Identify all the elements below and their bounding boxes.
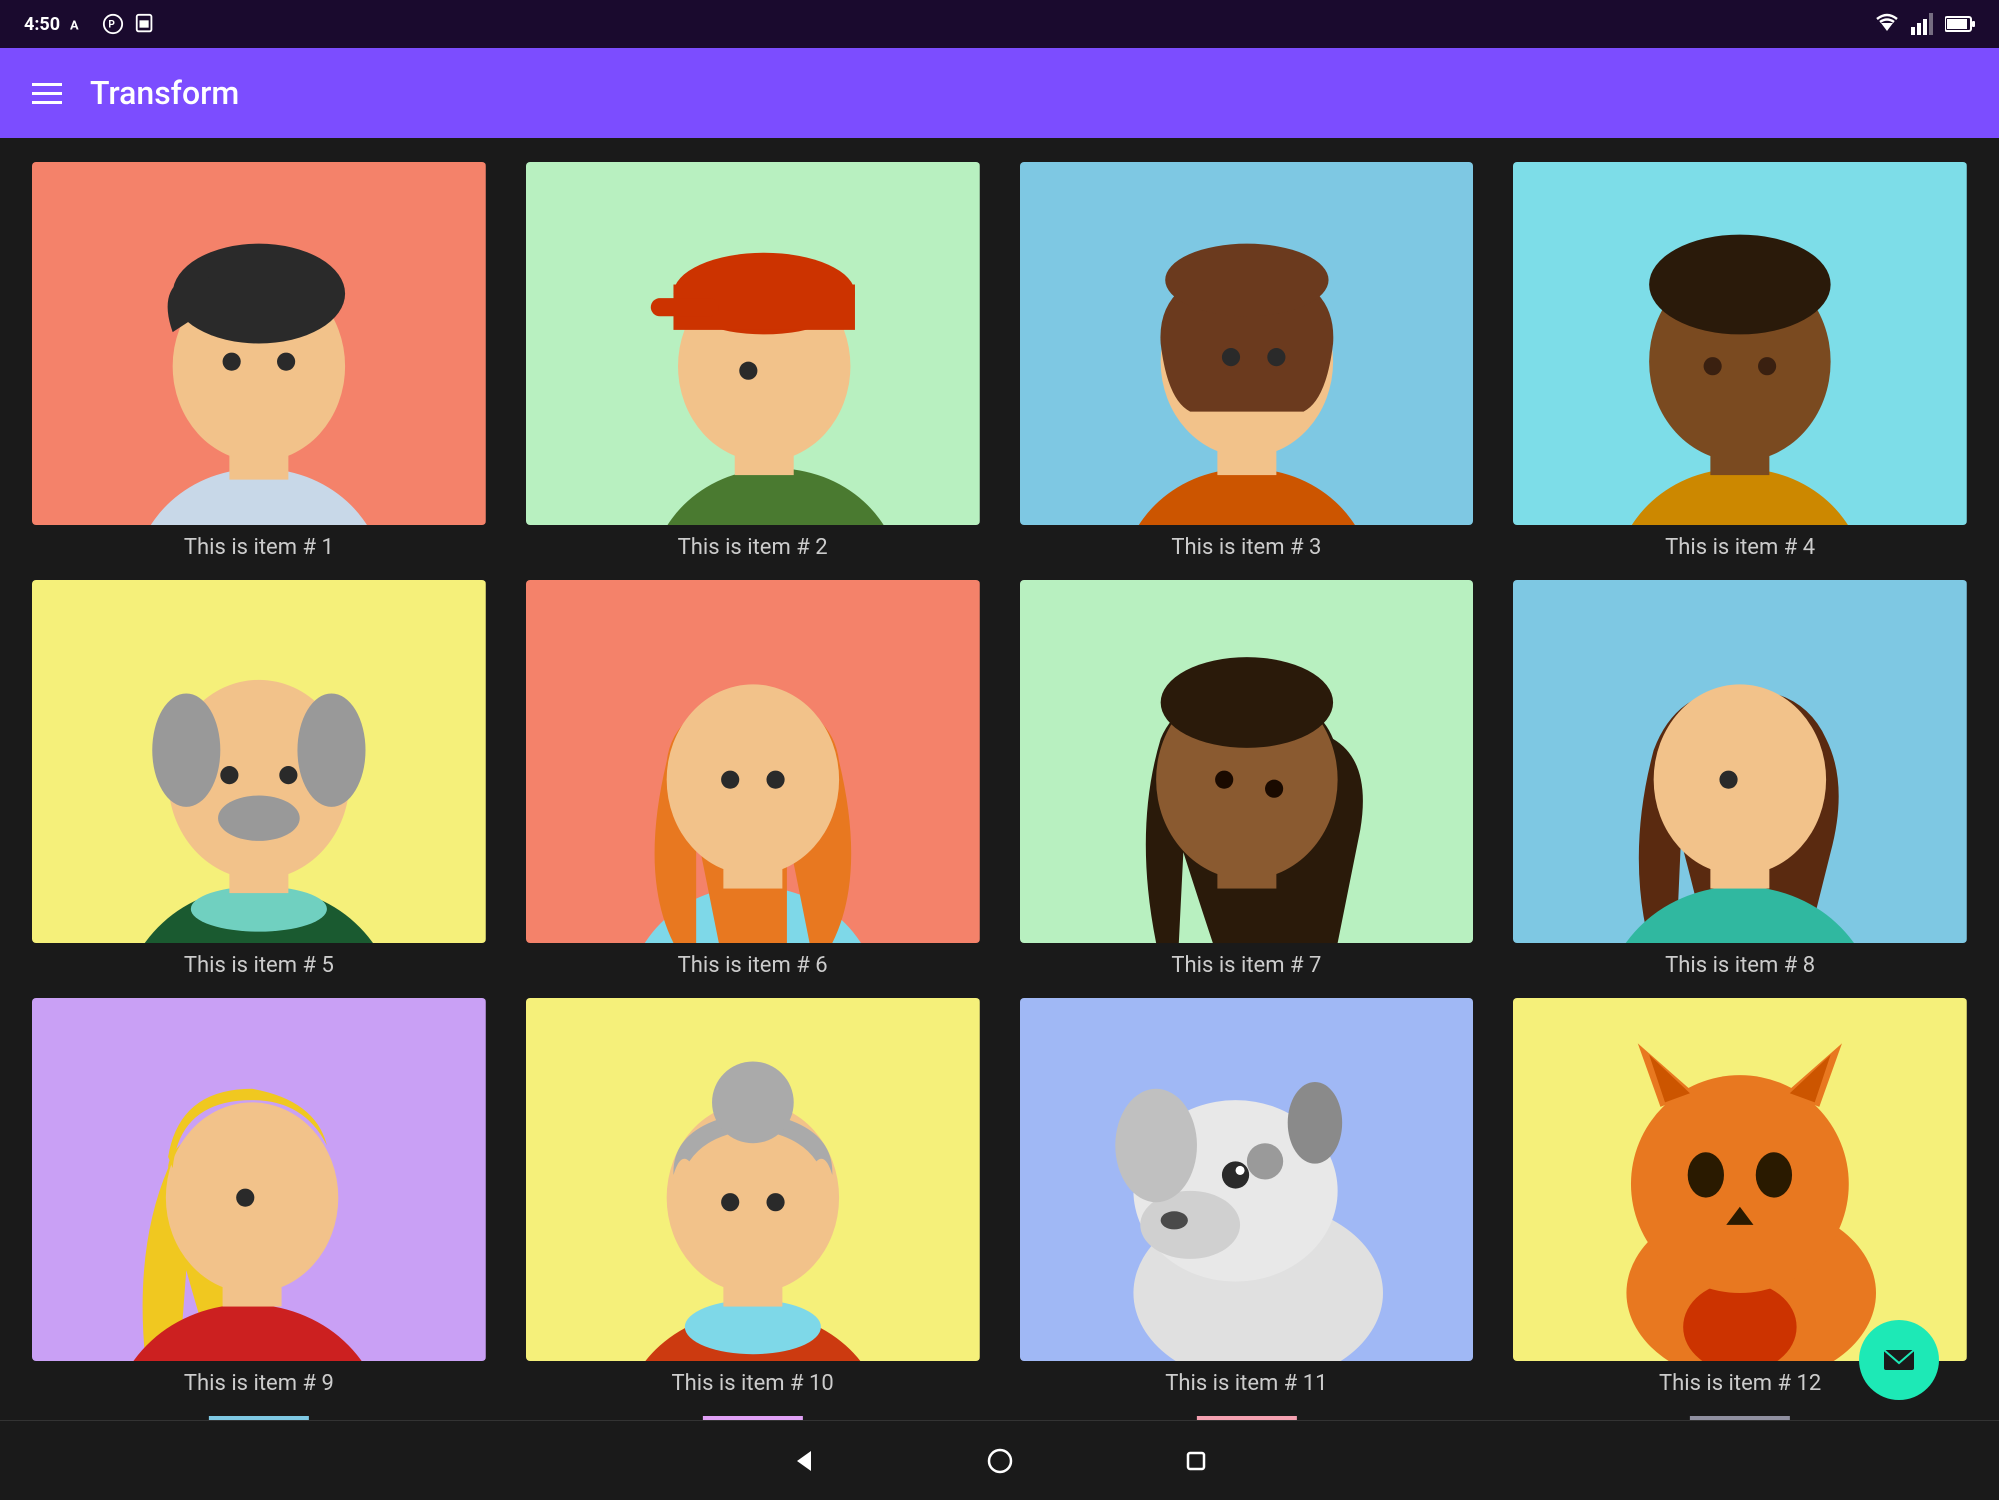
wifi-icon (1873, 13, 1901, 35)
avatar-card-7[interactable] (1020, 580, 1474, 943)
item-label-10: This is item # 10 (671, 1371, 833, 1396)
avatar-card-14[interactable] (526, 1416, 980, 1420)
svg-text:A: A (70, 19, 79, 34)
avatar-card-12[interactable] (1513, 998, 1967, 1361)
list-item[interactable] (32, 1416, 486, 1420)
avatar-card-9[interactable] (32, 998, 486, 1361)
avatar-card-15[interactable] (1020, 1416, 1474, 1420)
notification-icon-p: P (102, 13, 124, 35)
status-time: 4:50 (24, 14, 60, 35)
status-right (1873, 13, 1975, 35)
app-title: Transform (90, 74, 239, 112)
recent-button[interactable] (1178, 1443, 1214, 1479)
bottom-navigation (0, 1420, 1999, 1500)
item-label-9: This is item # 9 (184, 1371, 334, 1396)
list-item[interactable] (526, 1416, 980, 1420)
item-label-1: This is item # 1 (184, 535, 334, 560)
notification-icon-a: A (70, 13, 92, 35)
home-button[interactable] (982, 1443, 1018, 1479)
item-label-6: This is item # 6 (678, 953, 828, 978)
list-item[interactable]: This is item # 3 (1020, 162, 1474, 560)
list-item[interactable] (1513, 1416, 1967, 1420)
item-label-12: This is item # 12 (1659, 1371, 1821, 1396)
avatar-card-8[interactable] (1513, 580, 1967, 943)
item-label-5: This is item # 5 (184, 953, 334, 978)
list-item[interactable]: This is item # 10 (526, 998, 980, 1396)
svg-text:P: P (108, 20, 115, 31)
list-item[interactable]: This is item # 4 (1513, 162, 1967, 560)
list-item[interactable]: This is item # 7 (1020, 580, 1474, 978)
avatar-card-4[interactable] (1513, 162, 1967, 525)
avatar-card-5[interactable] (32, 580, 486, 943)
avatar-card-13[interactable] (32, 1416, 486, 1420)
item-label-2: This is item # 2 (678, 535, 828, 560)
battery-icon (1945, 15, 1975, 33)
item-grid: This is item # 1 (32, 162, 1967, 1396)
sim-icon (134, 13, 156, 35)
list-item[interactable]: This is item # 8 (1513, 580, 1967, 978)
item-label-7: This is item # 7 (1171, 953, 1321, 978)
item-label-11: This is item # 11 (1165, 1371, 1327, 1396)
main-content: This is item # 1 (0, 138, 1999, 1420)
avatar-card-2[interactable] (526, 162, 980, 525)
list-item[interactable]: This is item # 6 (526, 580, 980, 978)
item-label-3: This is item # 3 (1171, 535, 1321, 560)
list-item[interactable]: This is item # 2 (526, 162, 980, 560)
list-item[interactable]: This is item # 9 (32, 998, 486, 1396)
avatar-card-10[interactable] (526, 998, 980, 1361)
signal-icon (1911, 13, 1935, 35)
avatar-card-1[interactable] (32, 162, 486, 525)
item-label-8: This is item # 8 (1665, 953, 1815, 978)
status-bar: 4:50 A P (0, 0, 1999, 48)
list-item[interactable]: This is item # 5 (32, 580, 486, 978)
app-bar: Transform (0, 48, 1999, 138)
avatar-card-6[interactable] (526, 580, 980, 943)
email-fab[interactable] (1859, 1320, 1939, 1400)
back-button[interactable] (786, 1443, 822, 1479)
list-item[interactable] (1020, 1416, 1474, 1420)
avatar-card-11[interactable] (1020, 998, 1474, 1361)
avatar-card-16[interactable] (1513, 1416, 1967, 1420)
item-label-4: This is item # 4 (1665, 535, 1815, 560)
hamburger-button[interactable] (32, 83, 62, 104)
list-item[interactable]: This is item # 1 (32, 162, 486, 560)
status-left: 4:50 A P (24, 13, 156, 35)
list-item[interactable]: This is item # 11 (1020, 998, 1474, 1396)
avatar-card-3[interactable] (1020, 162, 1474, 525)
